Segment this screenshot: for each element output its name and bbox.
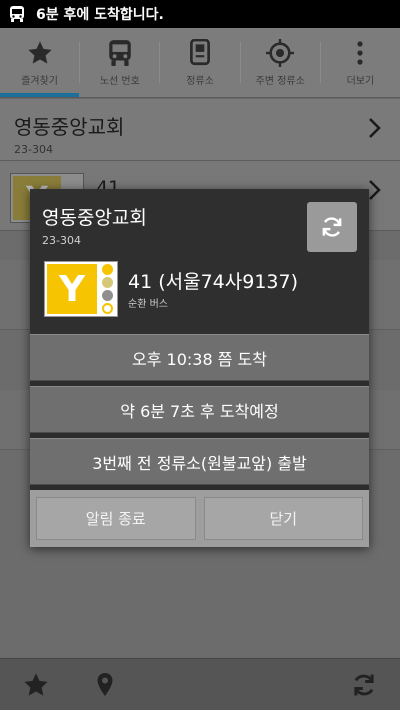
notification-text: 6분 후에 도착합니다. <box>36 7 164 23</box>
star-icon <box>25 38 55 68</box>
arrival-time: 오후 10:38 쯤 도착 <box>132 349 267 369</box>
favorite-stop-row[interactable]: 영동중앙교회 23-304 <box>0 99 400 161</box>
bottom-bar <box>0 658 400 710</box>
eta-row: 약 6분 7초 후 도착예정 <box>30 386 369 433</box>
bus-icon <box>105 38 135 68</box>
stop-alarm-label: 알림 종료 <box>85 510 146 528</box>
tab-label: 정류소 <box>186 76 214 87</box>
tab-label: 노선 번호 <box>99 76 140 87</box>
tab-bus-stop[interactable]: 정류소 <box>160 28 239 97</box>
location-target-icon <box>265 38 295 68</box>
dialog-header: 영동중앙교회 23-304 Y 41 (서울74사9137) 순환 버스 <box>30 189 369 334</box>
bus-status-dots <box>98 263 116 315</box>
stop-alarm-button[interactable]: 알림 종료 <box>36 497 196 540</box>
tab-favorites[interactable]: 즐겨찾기 <box>0 28 80 97</box>
stop-code: 23-304 <box>14 143 53 156</box>
close-button[interactable]: 닫기 <box>203 497 363 540</box>
tab-label: 더보기 <box>346 76 375 87</box>
tab-route-number[interactable]: 노선 번호 <box>80 28 159 97</box>
refresh-button[interactable] <box>307 202 357 252</box>
departure-info: 3번째 전 정류소(원불교앞) 출발 <box>92 453 307 473</box>
refresh-icon <box>322 217 342 237</box>
bus-logo: Y <box>44 261 118 317</box>
tab-bar: 즐겨찾기 노선 번호 정류소 주변 정류소 더보기 <box>0 28 400 98</box>
stop-name: 영동중앙교회 <box>14 115 125 139</box>
more-vert-icon <box>345 38 375 68</box>
bus-stop-icon <box>185 38 215 68</box>
arrival-dialog: 영동중앙교회 23-304 Y 41 (서울74사9137) 순환 버스 오후 … <box>30 189 369 547</box>
refresh-icon[interactable] <box>350 671 378 699</box>
status-bar: 6분 후에 도착합니다. <box>0 0 400 28</box>
route-type: 순환 버스 <box>128 299 168 310</box>
tab-label: 주변 정류소 <box>255 76 305 87</box>
dialog-stop-code: 23-304 <box>42 234 81 247</box>
route-number: 41 (서울74사9137) <box>128 271 299 293</box>
dialog-buttons: 알림 종료 닫기 <box>30 490 369 547</box>
bus-notification-icon <box>10 6 24 22</box>
arrival-time-row: 오후 10:38 쯤 도착 <box>30 334 369 381</box>
tab-label: 즐겨찾기 <box>21 76 58 87</box>
yellow-bus-logo-icon: Y <box>47 264 97 314</box>
chevron-right-icon <box>369 118 381 138</box>
chevron-right-icon <box>369 180 381 200</box>
eta-text: 약 6분 7초 후 도착예정 <box>120 401 279 421</box>
map-pin-icon[interactable] <box>96 672 114 698</box>
tab-nearby-stops[interactable]: 주변 정류소 <box>241 28 320 97</box>
close-label: 닫기 <box>269 510 298 528</box>
star-icon[interactable] <box>22 671 50 699</box>
tab-more[interactable]: 더보기 <box>321 28 400 97</box>
dialog-stop-name: 영동중앙교회 <box>42 207 147 229</box>
departure-row: 3번째 전 정류소(원불교앞) 출발 <box>30 438 369 485</box>
